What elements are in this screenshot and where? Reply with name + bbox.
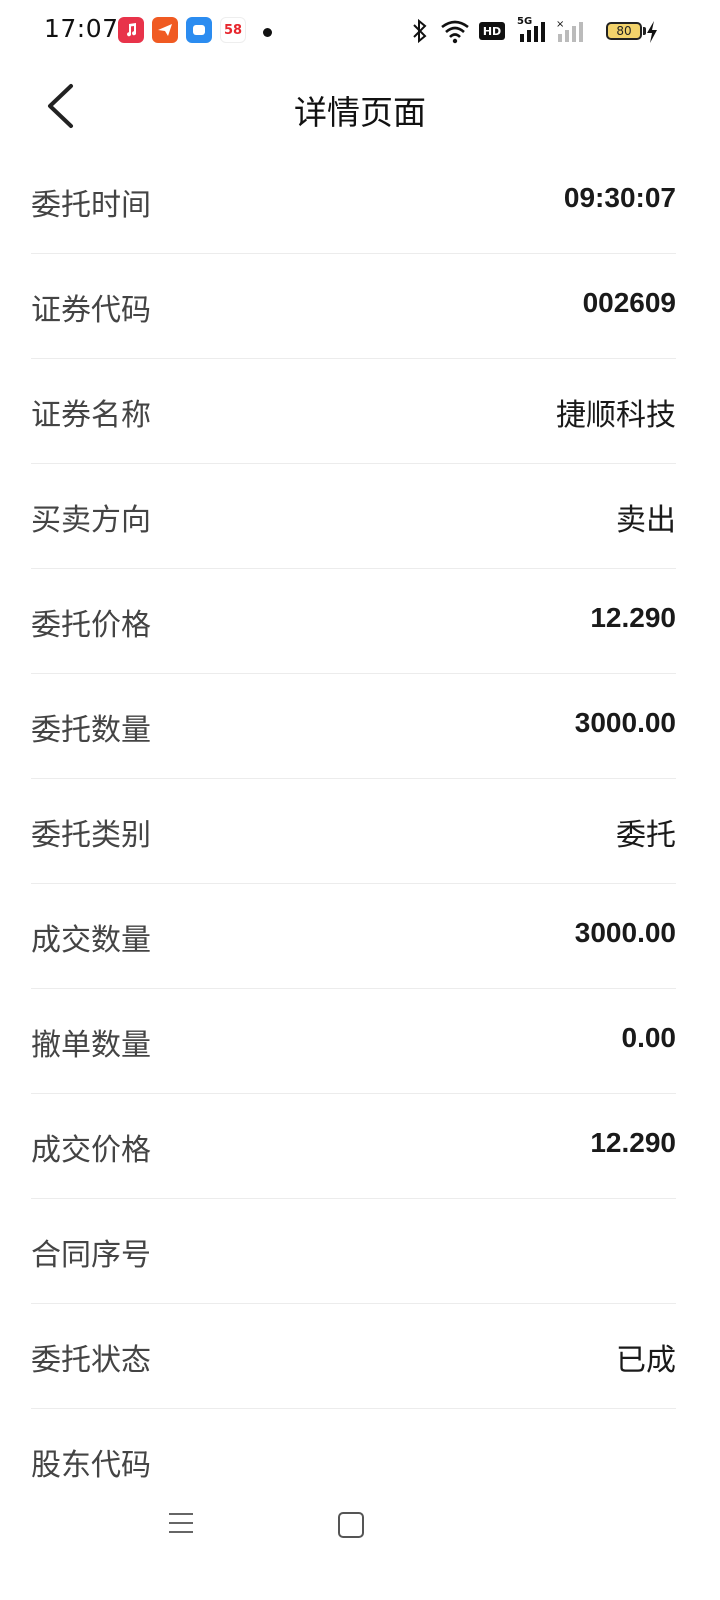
detail-row-security-code: 证券代码 002609 (31, 254, 676, 359)
wifi-icon (441, 20, 469, 44)
row-value: 0.00 (621, 1022, 677, 1053)
bluetooth-icon (413, 18, 427, 44)
row-label: 撤单数量 (31, 1028, 151, 1063)
row-value: 3000.00 (574, 707, 676, 738)
detail-row-order-quantity: 委托数量 3000.00 (31, 674, 676, 779)
detail-row-order-status: 委托状态 已成 (31, 1304, 676, 1409)
detail-row-order-time: 委托时间 09:30:07 (31, 149, 676, 254)
notification-dot-icon (263, 28, 272, 37)
music-app-icon (118, 17, 144, 43)
row-value: 卖出 (616, 503, 676, 538)
row-value: 12.290 (590, 602, 676, 633)
58-app-icon: 58 (220, 17, 246, 43)
status-bar: 17:07 58 HD 5G × 80 (0, 0, 720, 64)
signal-strength-icon (520, 22, 545, 42)
row-value: 09:30:07 (563, 182, 676, 213)
signal-strength-2-icon: × (556, 19, 583, 42)
battery-indicator: 80 (606, 22, 642, 40)
row-label: 买卖方向 (31, 503, 151, 538)
row-value: 12.290 (590, 1127, 676, 1158)
row-value: 委托 (616, 818, 676, 853)
chat-app-icon (186, 17, 212, 43)
detail-row-security-name: 证券名称 捷顺科技 (31, 359, 676, 464)
header: 详情页面 (0, 64, 720, 154)
row-label: 成交价格 (31, 1133, 151, 1168)
row-value: 捷顺科技 (556, 398, 676, 433)
row-value: 已成 (616, 1343, 676, 1378)
status-time: 17:07 (44, 14, 119, 43)
row-label: 委托价格 (31, 608, 151, 643)
row-label: 证券名称 (31, 398, 151, 433)
row-label: 成交数量 (31, 923, 151, 958)
detail-row-filled-quantity: 成交数量 3000.00 (31, 884, 676, 989)
row-value: 002609 (582, 287, 676, 318)
home-icon[interactable] (338, 1512, 364, 1538)
row-label: 委托状态 (31, 1343, 151, 1378)
menu-icon[interactable] (168, 1510, 194, 1536)
charging-icon (647, 21, 657, 43)
hd-icon: HD (479, 22, 505, 40)
row-value: 3000.00 (574, 917, 676, 948)
detail-row-contract-number: 合同序号 (31, 1199, 676, 1304)
detail-row-order-price: 委托价格 12.290 (31, 569, 676, 674)
row-label: 股东代码 (31, 1448, 151, 1483)
row-label: 合同序号 (31, 1238, 151, 1273)
page-title: 详情页面 (294, 93, 426, 132)
svg-text:×: × (556, 19, 564, 30)
row-label: 委托时间 (31, 188, 151, 223)
send-app-icon (152, 17, 178, 43)
detail-row-order-type: 委托类别 委托 (31, 779, 676, 884)
row-label: 证券代码 (31, 293, 151, 328)
row-label: 委托类别 (31, 818, 151, 853)
navigation-bar (0, 1490, 720, 1560)
detail-list: 委托时间 09:30:07 证券代码 002609 证券名称 捷顺科技 买卖方向… (0, 149, 720, 1514)
row-label: 委托数量 (31, 713, 151, 748)
detail-row-cancel-quantity: 撤单数量 0.00 (31, 989, 676, 1094)
detail-row-filled-price: 成交价格 12.290 (31, 1094, 676, 1199)
detail-row-direction: 买卖方向 卖出 (31, 464, 676, 569)
